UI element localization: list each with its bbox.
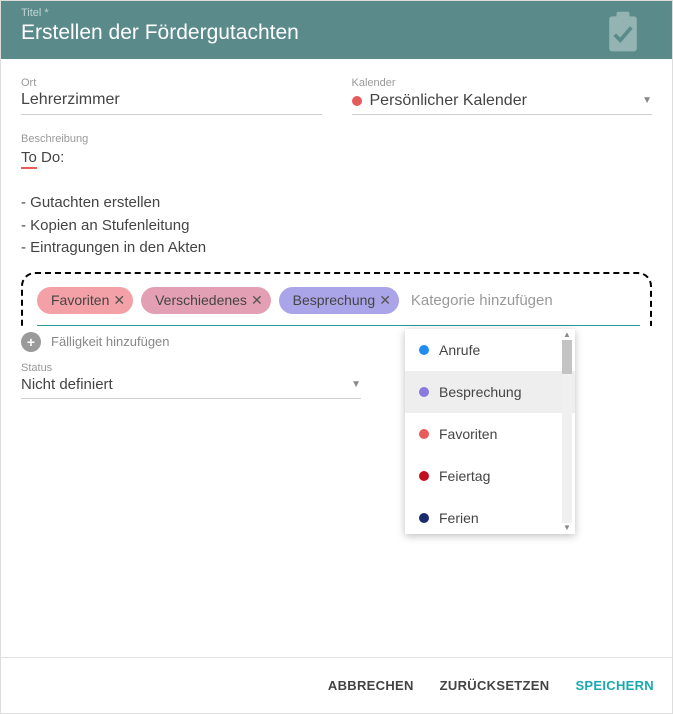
clipboard-check-icon xyxy=(594,9,652,58)
title-field-label: Titel * xyxy=(21,7,652,19)
chip-verschiedenes[interactable]: Verschiedenes ✕ xyxy=(141,287,271,314)
chevron-down-icon: ▼ xyxy=(351,379,361,390)
color-dot-icon xyxy=(419,387,429,397)
description-text[interactable]: To Do: - Gutachten erstellen - Kopien an… xyxy=(21,147,652,260)
color-dot-icon xyxy=(419,429,429,439)
dropdown-item-favoriten[interactable]: Favoriten xyxy=(405,413,575,455)
close-icon[interactable]: ✕ xyxy=(379,292,391,309)
close-icon[interactable]: ✕ xyxy=(113,292,125,309)
dialog-body: Ort Lehrerzimmer Kalender Persönlicher K… xyxy=(1,59,672,326)
category-chips-row[interactable]: Favoriten ✕ Verschiedenes ✕ Besprechung … xyxy=(37,286,640,326)
category-dropdown: Anrufe Besprechung Favoriten Feiertag Fe… xyxy=(405,329,575,534)
chevron-down-icon: ▼ xyxy=(642,95,652,106)
cancel-button[interactable]: ABBRECHEN xyxy=(328,678,414,693)
calendar-select[interactable]: Persönlicher Kalender ▼ xyxy=(352,91,653,115)
calendar-value-text: Persönlicher Kalender xyxy=(370,92,527,110)
event-dialog: Titel * Erstellen der Fördergutachten Or… xyxy=(0,0,673,714)
scroll-thumb[interactable] xyxy=(562,340,572,374)
calendar-label: Kalender xyxy=(352,77,653,89)
scroll-up-icon[interactable]: ▲ xyxy=(563,331,571,339)
color-dot-icon xyxy=(419,513,429,523)
description-label: Beschreibung xyxy=(21,133,652,145)
dropdown-scrollbar[interactable]: ▲ ▼ xyxy=(561,331,573,532)
plus-circle-icon[interactable]: + xyxy=(21,332,41,352)
calendar-field[interactable]: Kalender Persönlicher Kalender ▼ xyxy=(352,77,653,115)
chip-besprechung[interactable]: Besprechung ✕ xyxy=(279,287,399,314)
dropdown-item-feiertag[interactable]: Feiertag xyxy=(405,455,575,497)
status-select[interactable]: Nicht definiert ▼ xyxy=(21,376,361,399)
scroll-track[interactable] xyxy=(562,340,572,523)
calendar-color-dot xyxy=(352,96,362,106)
dialog-header: Titel * Erstellen der Fördergutachten xyxy=(1,1,672,59)
title-field-value[interactable]: Erstellen der Fördergutachten xyxy=(21,21,652,45)
dropdown-item-besprechung[interactable]: Besprechung xyxy=(405,371,575,413)
scroll-down-icon[interactable]: ▼ xyxy=(563,524,571,532)
color-dot-icon xyxy=(419,471,429,481)
dropdown-item-anrufe[interactable]: Anrufe xyxy=(405,329,575,371)
category-add-input[interactable]: Kategorie hinzufügen xyxy=(407,286,557,315)
dropdown-item-ferien[interactable]: Ferien xyxy=(405,497,575,534)
dialog-footer: ABBRECHEN ZURÜCKSETZEN SPEICHERN xyxy=(1,657,672,713)
save-button[interactable]: SPEICHERN xyxy=(575,678,654,693)
location-label: Ort xyxy=(21,77,322,89)
highlighted-region: Favoriten ✕ Verschiedenes ✕ Besprechung … xyxy=(21,272,652,326)
description-field[interactable]: Beschreibung To Do: - Gutachten erstelle… xyxy=(21,133,652,260)
location-field[interactable]: Ort Lehrerzimmer xyxy=(21,77,322,115)
color-dot-icon xyxy=(419,345,429,355)
reset-button[interactable]: ZURÜCKSETZEN xyxy=(440,678,550,693)
close-icon[interactable]: ✕ xyxy=(251,292,263,309)
location-value[interactable]: Lehrerzimmer xyxy=(21,91,322,115)
chip-favoriten[interactable]: Favoriten ✕ xyxy=(37,287,133,314)
